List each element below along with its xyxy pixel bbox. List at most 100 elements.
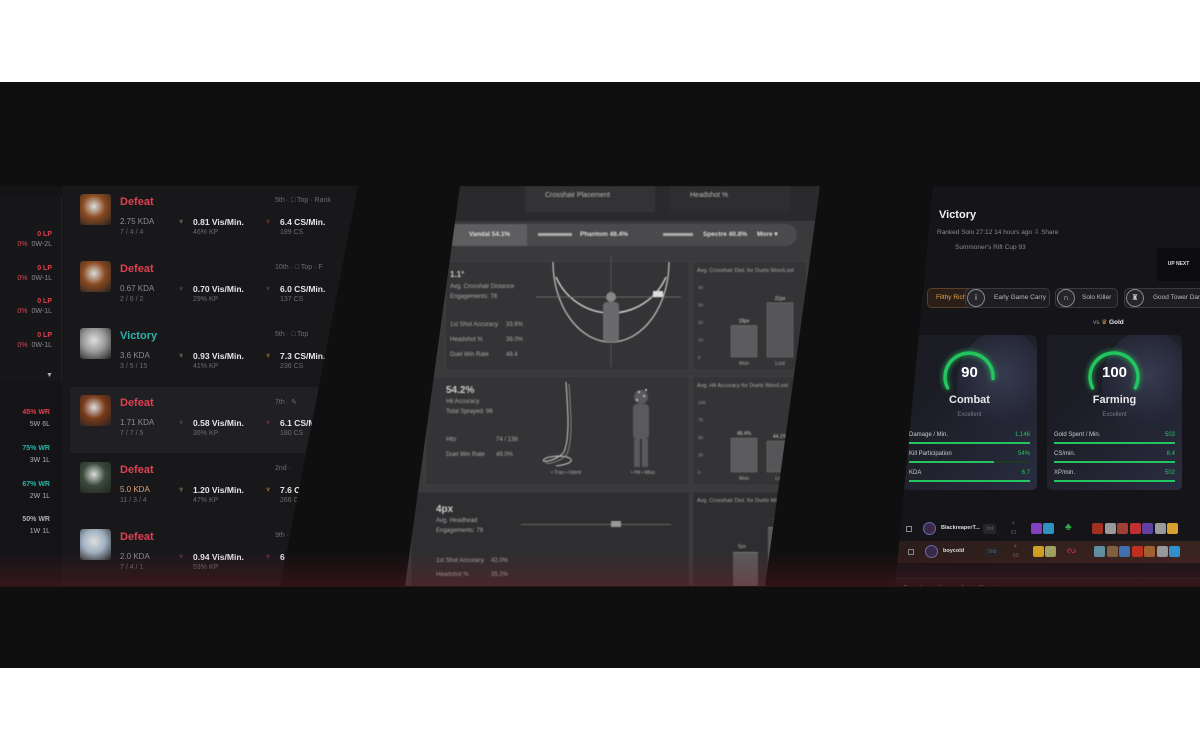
up-next-button[interactable]: UP NEXT (1157, 248, 1200, 281)
rune-icon (1033, 546, 1044, 557)
headline-slider-track (521, 524, 671, 525)
lp-row: 0 LP 0% 0W-1L (17, 332, 52, 349)
metric-row: Kill Participation 54% (909, 451, 1030, 467)
item-icon (1094, 546, 1105, 557)
match-meta: 2nd · (275, 465, 291, 472)
tower-icon: ♜ (1126, 289, 1144, 307)
headhead-card: 4px Avg. Headhead Engagements: 78 1st Sh… (410, 491, 690, 586)
metric-bar (909, 480, 1030, 482)
analytics-tabbar: Crosshair Placement Headshot % (405, 186, 820, 221)
avatar (925, 545, 938, 558)
lp-history-box (0, 196, 62, 381)
metric-row: CS/min. 8.4 (1054, 451, 1175, 467)
vision-rank-icon: ♆ (178, 284, 184, 293)
kill-participation: 46% KP (193, 229, 219, 236)
expand-caret-icon[interactable]: ▼ (46, 372, 53, 379)
tab-timeline[interactable]: Timeline (979, 585, 1003, 586)
bar-lost (768, 527, 793, 586)
vision-per-min: 0.81 Vis/Min. (193, 217, 244, 227)
match-row[interactable]: Defeat 9th · 2.0 KDA 7 / 4 / 1 ♆ 0.94 Vis/Min… (70, 521, 358, 586)
vision-per-min: 0.70 Vis/Min. (193, 284, 244, 294)
y-tick-label: 0 (698, 355, 701, 360)
vision-per-min: 0.58 Vis/Min. (193, 418, 244, 428)
cs-rank-icon: ♆ (265, 284, 271, 293)
vision-rank-icon: ♆ (178, 418, 184, 427)
match-queue: Summoner's Rift Cup 93 (955, 244, 1026, 251)
metric-bar (1054, 442, 1175, 444)
match-result: Defeat (120, 531, 154, 543)
score-label: Combat (949, 394, 990, 406)
rune-icon (1045, 546, 1056, 557)
select-checkbox[interactable] (908, 549, 914, 555)
kill-participation: 36% KP (193, 430, 219, 437)
bar-chart: 100 75 50 25 0 48.4% Won 44.1% Lost (698, 400, 794, 482)
vision-per-min: 1.20 Vis/Min. (193, 485, 244, 495)
kda-detail: 7 / 4 / 4 (120, 229, 144, 236)
vs-rank: vs ♛ Gold (1093, 319, 1124, 326)
winrate-row: 50% WR 1W 1L (22, 516, 50, 535)
gold-rank-icon: ♛ (1101, 319, 1108, 326)
badge-good-tower-damage[interactable]: ♜ Good Tower Damage (1124, 288, 1200, 308)
player-name[interactable]: boycold (943, 548, 964, 554)
tab-gold[interactable]: Gold (960, 585, 974, 586)
item-icon (1169, 546, 1180, 557)
player-row[interactable]: BlackreaperT... 3rd ♆ 61 ♣ (895, 518, 1200, 540)
item-icon (1167, 523, 1178, 534)
item-icon (1092, 523, 1103, 534)
match-row[interactable]: Defeat 10th · □ Top · F 0.67 KDA 2 / 6 / 2 ♆… (70, 253, 358, 319)
data-label: 31px (775, 296, 786, 302)
chart-crosshair-won-lost: Avg. Crosshair Dist. for Duels Won/Lost … (692, 261, 807, 371)
y-tick-label: 100 (698, 400, 706, 405)
tab-crosshair-placement[interactable]: Crosshair Placement (525, 186, 655, 212)
data-label: 48.4% (737, 431, 752, 437)
showcase-stage: 0 LP 0% 0W-2L 0 LP 0% 0W-1L 0 LP 0% 0W-1L 0… (0, 82, 1200, 668)
crosshair-distance-card: 1.1° Avg. Crosshair Distance Engagements… (445, 257, 690, 371)
player-name[interactable]: BlackreaperT... (941, 525, 980, 531)
match-result: Defeat (120, 464, 154, 476)
y-tick-label: 40 (698, 285, 704, 290)
x-tick-label: Lost (775, 476, 785, 482)
kda-detail: 2 / 6 / 2 (120, 296, 144, 303)
metric-bar (1054, 461, 1175, 463)
item-icon (1142, 523, 1153, 534)
kill-participation: 53% KP (193, 564, 219, 571)
match-meta: 9th · (275, 532, 290, 539)
y-tick-label: 50 (698, 435, 704, 440)
score-value: 100 (1101, 364, 1128, 381)
player-row[interactable]: boycold 2nd ♆ 63 ᔓ (895, 541, 1200, 563)
tower-icon: ♜ 10 (1090, 606, 1103, 612)
y-tick-label: 10 (698, 338, 704, 343)
match-row[interactable]: Defeat 2nd · 5.0 KDA 11 / 3 / 4 ♆ 1.20 Vis/Mi… (70, 454, 358, 520)
phantom-rifle-icon (538, 233, 572, 236)
more-weapons-dropdown[interactable]: More ▾ (757, 224, 778, 246)
y-tick-label: 30 (698, 303, 704, 308)
dragon-icon: ◎ 2 (1108, 606, 1118, 612)
select-checkbox[interactable] (906, 526, 912, 532)
kda-ratio: 0.67 KDA (120, 284, 155, 293)
bar-won (730, 325, 758, 358)
match-row[interactable]: Defeat 7th · ✎ 1.71 KDA 7 / 7 / 5 ♆ 0.58 Vis/… (70, 387, 358, 453)
match-row[interactable]: Defeat 5th · □ Top · Rank 2.75 KDA 7 / 4 / … (70, 186, 358, 252)
team-header: Team 1 37 / 11 / 38 ♜ 10 ◎ 2 (903, 606, 1118, 612)
rune-icon (1031, 523, 1042, 534)
match-history-panel: 0 LP 0% 0W-2L 0 LP 0% 0W-1L 0 LP 0% 0W-1L 0… (0, 186, 358, 586)
rank-emblem-icon: ♆ (1013, 544, 1018, 550)
vision-per-min: 0.94 Vis/Min. (193, 552, 244, 562)
match-detail-panel: Victory Ranked Solo 27:12 14 hours ago ⇩… (895, 186, 1200, 586)
match-row[interactable]: Victory 5th · □ Top 3.6 KDA 3 / 5 / 15 ♆ 0.93… (70, 320, 358, 386)
metric-bar (909, 442, 1030, 444)
lp-row: 0 LP 0% 0W-2L (17, 231, 52, 248)
kill-participation: 41% KP (193, 363, 219, 370)
weapon-vandal[interactable]: Vandal 54.1% (445, 224, 527, 246)
badge-solo-killer[interactable]: ∩ Solo Killer (1055, 288, 1118, 308)
tab-overview[interactable]: Overview (903, 585, 930, 586)
champion-portrait (80, 194, 111, 225)
cs-per-min: 6.0 CS/Min. (280, 284, 326, 294)
tab-headshot[interactable]: Headshot % (670, 186, 790, 212)
item-icon (1154, 523, 1166, 534)
tab-stats[interactable]: Stats (938, 585, 953, 586)
placement-pill: 2nd (985, 547, 1000, 557)
y-tick-label: 75 (698, 418, 704, 423)
crosshair-target-diagram (536, 257, 681, 367)
badge-early-game-carry[interactable]: ⅰ Early Game Carry (965, 288, 1050, 308)
